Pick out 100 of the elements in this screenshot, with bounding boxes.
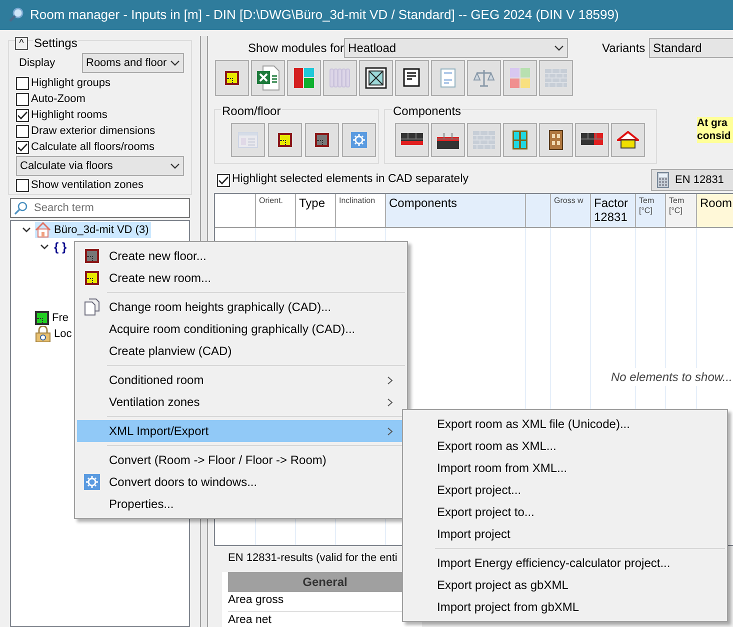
menu-item[interactable]: Import project: [405, 523, 725, 545]
checkbox-label: Highlight selected elements in CAD separately: [232, 172, 469, 188]
room-icon: [35, 311, 49, 325]
tool-button[interactable]: [575, 123, 609, 157]
tool-button[interactable]: [539, 123, 573, 157]
checkbox[interactable]: [16, 92, 29, 106]
calculate-button[interactable]: EN 12831: [651, 169, 733, 191]
tool-button[interactable]: [431, 123, 465, 157]
menu-item[interactable]: Create planview (CAD): [77, 340, 405, 362]
collapse-button[interactable]: ^: [15, 36, 28, 50]
door-icon: [549, 130, 563, 150]
window-pane-icon: [512, 130, 528, 150]
menu-item[interactable]: Export project to...: [405, 501, 725, 523]
menu-item[interactable]: XML Import/Export: [77, 420, 405, 442]
tool-button[interactable]: [305, 123, 339, 157]
padlock-icon: [35, 326, 51, 342]
tree-item[interactable]: Loc: [35, 326, 74, 342]
chevron-right-icon: [387, 398, 393, 406]
tool-button[interactable]: [395, 123, 429, 157]
menu-item[interactable]: Change room heights graphically (CAD)...: [77, 296, 405, 318]
checkbox-label: Calculate all floors/rooms: [31, 140, 154, 155]
results-title: EN 12831-results (valid for the enti: [228, 551, 398, 566]
column-header[interactable]: Orient.: [256, 194, 296, 227]
menu-item[interactable]: Import Energy efficiency-calculator project...: [405, 552, 725, 574]
calculator-icon: [657, 172, 669, 188]
spreadsheet-icon: [256, 65, 280, 91]
copy-pages-icon: [84, 298, 100, 316]
display-label: Display: [19, 56, 56, 71]
chevron-right-icon: [387, 376, 393, 384]
crossed-window-icon: [365, 67, 387, 89]
menu-item[interactable]: Convert (Room -> Floor / Floor -> Room): [77, 449, 405, 471]
variants-select[interactable]: Standard: [649, 38, 733, 58]
chevron-down-icon[interactable]: [40, 244, 48, 250]
menu-item[interactable]: Export room as XML...: [405, 435, 725, 457]
menu-item[interactable]: Create new floor...: [77, 245, 405, 267]
radiator-icon: [329, 68, 351, 88]
wall-section-icon: [437, 131, 459, 149]
checkbox[interactable]: [16, 178, 29, 192]
menu-item[interactable]: Create new room...: [77, 267, 405, 289]
tool-button[interactable]: [359, 60, 393, 96]
search-icon: [14, 201, 28, 215]
chevron-down-icon[interactable]: [22, 227, 30, 233]
tool-button[interactable]: [611, 123, 645, 157]
search-input[interactable]: Search term: [34, 200, 184, 216]
brick-wall-icon: [473, 131, 495, 149]
room-square-icon: [85, 271, 99, 285]
checkbox[interactable]: [16, 76, 29, 90]
menu-item[interactable]: Properties...: [77, 493, 405, 515]
gear-icon: [351, 132, 367, 148]
gear-icon: [84, 474, 100, 490]
chevron-right-icon: [387, 426, 393, 436]
column-header[interactable]: Factor 12831: [591, 194, 636, 227]
checkbox[interactable]: [16, 108, 29, 122]
house-roof-icon: [617, 131, 639, 149]
empty-table-message: No elements to show...: [611, 368, 732, 386]
scales-icon: [473, 68, 495, 88]
column-header[interactable]: Tem [°C]: [636, 194, 666, 227]
checkbox-label: Highlight rooms: [31, 108, 108, 123]
tree-item[interactable]: Fre: [35, 310, 70, 326]
column-header[interactable]: Gross w: [551, 194, 591, 227]
variants-label: Variants: [602, 40, 646, 57]
floor-square-icon: [315, 133, 329, 147]
search-field[interactable]: Search term: [10, 198, 190, 218]
form-window-icon: [238, 132, 258, 148]
menu-item[interactable]: Convert doors to windows...: [77, 471, 405, 493]
chevron-down-icon: [170, 60, 180, 66]
four-color-tiles-icon: [509, 67, 531, 89]
menu-item[interactable]: Conditioned room: [77, 369, 405, 391]
checkbox-label: Auto-Zoom: [31, 92, 86, 107]
window-title: Room manager - Inputs in [m] - DIN [D:\DWG\Büro_3d-mit VD / Standard] -- GEG 2024 (DIN V 18599): [30, 6, 619, 24]
modules-select[interactable]: Heatload: [344, 38, 568, 58]
column-header[interactable]: Components: [386, 194, 526, 227]
room-square-icon: [225, 71, 239, 85]
tool-button[interactable]: [395, 60, 429, 96]
menu-item[interactable]: Export room as XML file (Unicode)...: [405, 413, 725, 435]
menu-item[interactable]: Export project...: [405, 479, 725, 501]
page-icon: [440, 68, 456, 88]
menu-item[interactable]: Ventilation zones: [77, 391, 405, 413]
tool-button[interactable]: [268, 123, 302, 157]
checkbox[interactable]: [217, 174, 230, 186]
menu-item[interactable]: Acquire room conditioning graphically (CAD)...: [77, 318, 405, 340]
column-header[interactable]: Type: [296, 194, 336, 227]
column-header[interactable]: Room: [697, 194, 733, 227]
checkbox-label: Show ventilation zones: [31, 178, 144, 193]
checkbox[interactable]: [16, 140, 29, 154]
tree-item[interactable]: { }: [53, 240, 68, 254]
tree-item[interactable]: Büro_3d-mit VD (3): [35, 222, 151, 238]
display-select[interactable]: Rooms and floor: [82, 53, 184, 73]
floor-square-icon: [85, 249, 99, 263]
color-blocks-icon: [294, 68, 314, 88]
calculation-select[interactable]: Calculate via floors: [16, 156, 184, 176]
checkbox[interactable]: [16, 124, 29, 138]
checkbox-label: Draw exterior dimensions: [31, 124, 156, 139]
tool-button[interactable]: [215, 60, 249, 96]
room-square-icon: [278, 133, 292, 147]
chevron-down-icon: [554, 45, 564, 51]
warning-note: At gra consid: [697, 117, 733, 143]
menu-item[interactable]: Import room from XML...: [405, 457, 725, 479]
column-header[interactable]: Tem [°C]: [666, 194, 697, 227]
checkbox-label: Highlight groups: [31, 76, 110, 91]
